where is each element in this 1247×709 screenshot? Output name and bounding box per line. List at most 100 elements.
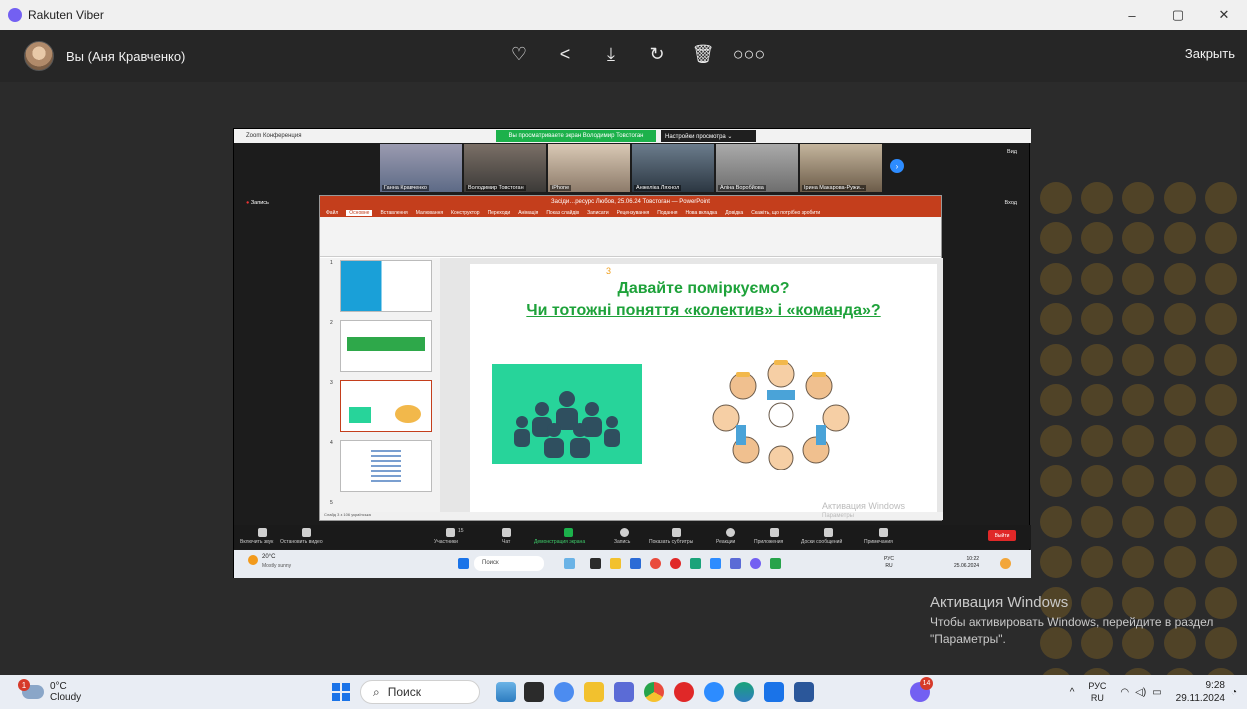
maximize-button[interactable]: ▢ [1155, 0, 1201, 30]
more-icon[interactable]: ○○○ [733, 42, 766, 66]
rotate-icon[interactable]: ↻ [645, 42, 669, 66]
inner-app-icon [1000, 558, 1011, 569]
word-icon[interactable] [794, 682, 814, 702]
slide-thumbnail [340, 320, 432, 372]
app-title: Rakuten Viber [28, 8, 104, 22]
clock[interactable]: 9:28 29.11.2024 [1176, 679, 1225, 705]
close-window-button[interactable]: ✕ [1201, 0, 1247, 30]
inner-app-icon [590, 558, 601, 569]
teams-icon[interactable] [614, 682, 634, 702]
inner-zoom-icon [710, 558, 721, 569]
team-illustration [492, 364, 642, 464]
store-icon[interactable] [764, 682, 784, 702]
inner-activation-text: Активация Windows [822, 501, 905, 511]
inner-app-icon [770, 558, 781, 569]
trash-icon[interactable]: 🗑 [691, 42, 715, 66]
chat-icon [502, 528, 511, 537]
inner-teams-icon [730, 558, 741, 569]
participant-video: Ганна Кравченко [380, 144, 462, 192]
opera-icon[interactable] [674, 682, 694, 702]
search-icon: ⌕ [373, 684, 380, 699]
slide-index: 3 [606, 266, 612, 276]
zoom-icon[interactable] [704, 682, 724, 702]
zoom-toolbar: Включить звук Остановить видео 15 Участн… [234, 525, 1031, 549]
app-titlebar: Rakuten Viber – ▢ ✕ [0, 0, 1247, 30]
record-label: ● Запись [246, 200, 269, 206]
mic-muted-icon [258, 528, 267, 537]
slide-subheading: Чи тотожні поняття «колектив» і «команда… [526, 302, 881, 319]
notes-icon [879, 528, 888, 537]
inner-lang: РУС RU [884, 556, 895, 569]
wifi-icon[interactable]: ◠ [1120, 687, 1129, 698]
inner-weather-icon [248, 555, 258, 565]
notifications-icon[interactable]: ◔ [1231, 687, 1237, 698]
weather-widget[interactable]: 1 0°C Cloudy [18, 679, 81, 703]
enter-label: Вход [1004, 200, 1017, 206]
slide-heading: Давайте поміркуємо? [617, 280, 790, 297]
volume-icon[interactable]: ◁) [1135, 687, 1146, 698]
sender-name: Вы (Аня Кравченко) [66, 48, 186, 64]
slide-thumbnail [340, 260, 432, 312]
zoom-title: Zoom Конференция [246, 133, 302, 139]
heart-icon[interactable]: ♡ [507, 42, 531, 66]
captions-icon [672, 528, 681, 537]
inner-chrome-icon [650, 558, 661, 569]
minimize-button[interactable]: – [1109, 0, 1155, 30]
windows-start-icon[interactable] [332, 683, 350, 701]
ppt-body: 1 2 3 4 5 3 Давайте поміркуємо? Чи тотож… [320, 258, 943, 514]
windows-activation-watermark: Активация Windows Чтобы активировать Win… [930, 594, 1214, 646]
record-icon [620, 528, 629, 537]
participant-video: Ірина Макарова-Ружи... [800, 144, 882, 192]
language-indicator[interactable]: РУС RU [1088, 680, 1106, 704]
weather-badge: 1 [18, 679, 30, 691]
copilot-icon[interactable] [554, 682, 574, 702]
whiteboards-icon [824, 528, 833, 537]
battery-icon[interactable]: ▭ [1152, 687, 1161, 698]
weather-temp: 0°C [50, 681, 67, 692]
chrome-icon[interactable] [644, 682, 664, 702]
reactions-icon [726, 528, 735, 537]
participant-video: iPhone [548, 144, 630, 192]
file-explorer-icon[interactable] [584, 682, 604, 702]
shared-screenshot-image: Zoom Конференция Вы просматриваете экран… [233, 128, 1031, 578]
powerpoint-window: Засіди…ресурс Любов, 25.06.24 Товстоган … [319, 195, 943, 521]
close-viewer-button[interactable]: Закрыть [1185, 46, 1235, 61]
viber-logo-icon [8, 8, 22, 22]
view-label: Вид [1007, 149, 1017, 155]
share-icon[interactable]: < [553, 42, 577, 66]
ppt-ribbon-tabs: Файл Основне Вставлення Малювання Констр… [320, 208, 941, 217]
ppt-title: Засіди…ресурс Любов, 25.06.24 Товстоган … [320, 196, 941, 208]
inner-edge-icon [690, 558, 701, 569]
chevron-up-icon[interactable]: ^ [1070, 687, 1075, 698]
participant-strip: Ганна Кравченко Володимир Товстоган iPho… [380, 144, 882, 192]
inner-clock: 10:22 25.06.2024 [954, 556, 980, 569]
inner-opera-icon [670, 558, 681, 569]
viber-badge: 14 [920, 677, 933, 690]
slide-thumbnail [340, 440, 432, 492]
slide-thumbnail-selected [340, 380, 432, 432]
hands-together-illustration [696, 360, 866, 471]
widgets-icon[interactable] [496, 682, 516, 702]
cloud-icon: 1 [18, 679, 44, 699]
view-options: Настройки просмотра ⌄ [661, 130, 756, 142]
inner-app-icon [630, 558, 641, 569]
windows-taskbar: 1 0°C Cloudy ⌕ Поиск 14 ^ РУС RU ◠ ◁) ▭ … [0, 675, 1247, 709]
taskbar-search[interactable]: ⌕ Поиск [360, 680, 480, 704]
inner-taskbar: 20°C Mostly sunny Поиск РУС RU 10:22 25.06… [234, 550, 1031, 578]
edge-icon[interactable] [734, 682, 754, 702]
media-viewer-header: Вы (Аня Кравченко) ♡ < ⤓ ↻ 🗑 ○○○ Закрыть [0, 30, 1247, 82]
share-banner: Вы просматриваете экран Володимир Товсто… [496, 130, 656, 142]
task-view-icon[interactable] [524, 682, 544, 702]
leave-button: Выйти [988, 530, 1016, 541]
share-screen-icon [564, 528, 573, 537]
inner-start-icon [458, 558, 469, 569]
video-icon [302, 528, 311, 537]
participants-icon [446, 528, 455, 537]
participant-video: Володимир Товстоган [464, 144, 546, 192]
inner-app-icon [564, 558, 575, 569]
inner-search: Поиск [474, 556, 544, 571]
ppt-ribbon [320, 217, 941, 257]
inner-activation-params: Параметры [822, 513, 854, 519]
download-icon[interactable]: ⤓ [599, 42, 623, 66]
apps-icon [770, 528, 779, 537]
